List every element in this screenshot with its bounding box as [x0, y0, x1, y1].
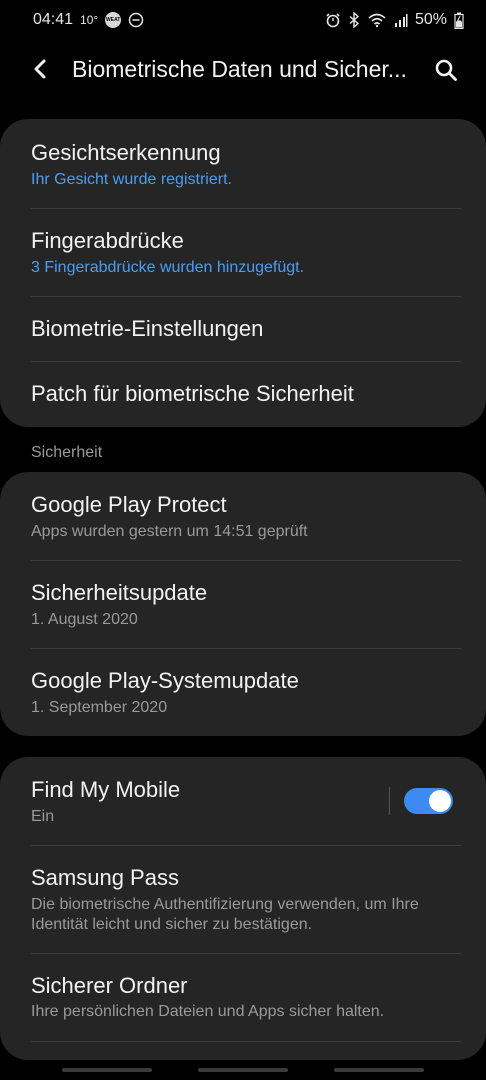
item-title: Find My Mobile [31, 777, 181, 802]
item-title: Google Play Protect [31, 492, 227, 517]
list-item-biometric-settings[interactable]: Biometrie-Einstellungen [0, 296, 486, 361]
list-item-secure-folder[interactable]: Sicherer Ordner Ihre persönlichen Dateie… [0, 953, 486, 1041]
section-header-security: Sicherheit [31, 444, 103, 461]
item-title: Fingerabdrücke [31, 228, 184, 253]
list-item-play-system-update[interactable]: Google Play-Systemupdate 1. September 20… [0, 648, 486, 736]
signal-icon [394, 12, 408, 28]
item-title: Biometrie-Einstellungen [31, 316, 264, 341]
list-item-biometric-patch[interactable]: Patch für biometrische Sicherheit [0, 361, 486, 427]
biometrics-card: Gesichtserkennung Ihr Gesicht wurde regi… [0, 119, 486, 427]
item-title: Samsung Pass [31, 865, 179, 890]
item-title: Sicherheitsupdate [31, 580, 208, 605]
search-icon[interactable] [430, 54, 462, 86]
nav-hint-right [334, 1068, 424, 1072]
nav-hint-left [62, 1068, 152, 1072]
alarm-icon [325, 12, 341, 28]
weather-badge-icon: WEAT [105, 12, 122, 28]
battery-icon [454, 12, 464, 29]
page-title: Biometrische Daten und Sicher... [72, 56, 407, 82]
item-subtitle: 1. September 2020 [31, 699, 168, 716]
item-title: Google Play-Systemupdate [31, 668, 299, 693]
list-item-face-recognition[interactable]: Gesichtserkennung Ihr Gesicht wurde regi… [0, 119, 486, 208]
item-subtitle: Apps wurden gestern um 14:51 geprüft [31, 523, 308, 540]
item-subtitle: Ihre persönlichen Dateien und Apps siche… [31, 1003, 385, 1020]
item-title: Sicherer Ordner [31, 973, 188, 998]
list-item-samsung-pass[interactable]: Samsung Pass Die biometrische Authentifi… [0, 845, 486, 953]
item-subtitle: 3 Fingerabdrücke wurden hinzugefügt. [31, 259, 305, 276]
list-item-fingerprints[interactable]: Fingerabdrücke 3 Fingerabdrücke wurden h… [0, 208, 486, 296]
toggle-separator [389, 787, 390, 815]
item-subtitle: Die biometrische Authentifizierung verwe… [31, 896, 419, 933]
item-subtitle: Ein [31, 808, 55, 825]
find-my-mobile-toggle[interactable] [404, 788, 453, 814]
status-temperature: 10° [80, 13, 99, 27]
item-subtitle: Ihr Gesicht wurde registriert. [31, 171, 232, 188]
status-bar-right: 50% [325, 11, 464, 29]
battery-percent: 50% [414, 11, 447, 28]
nav-hint-center [198, 1068, 288, 1072]
status-time: 04:41 [33, 11, 74, 28]
item-title: Patch für biometrische Sicherheit [31, 381, 354, 406]
wifi-icon [367, 12, 387, 28]
bluetooth-icon [348, 12, 360, 28]
item-subtitle: 1. August 2020 [31, 611, 138, 628]
app-bar: Biometrische Daten und Sicher... [0, 44, 486, 96]
do-not-disturb-icon [128, 12, 144, 28]
back-arrow-icon[interactable] [26, 54, 56, 84]
item-title: Gesichtserkennung [31, 140, 221, 165]
status-bar-left: 04:41 10° WEAT [33, 11, 144, 29]
list-item-security-update[interactable]: Sicherheitsupdate 1. August 2020 [0, 560, 486, 648]
toggle-knob [429, 790, 451, 812]
status-bar: 04:41 10° WEAT 50% [0, 0, 486, 40]
security-card: Google Play Protect Apps wurden gestern … [0, 472, 486, 736]
list-item-play-protect[interactable]: Google Play Protect Apps wurden gestern … [0, 472, 486, 560]
divider [31, 1041, 461, 1042]
